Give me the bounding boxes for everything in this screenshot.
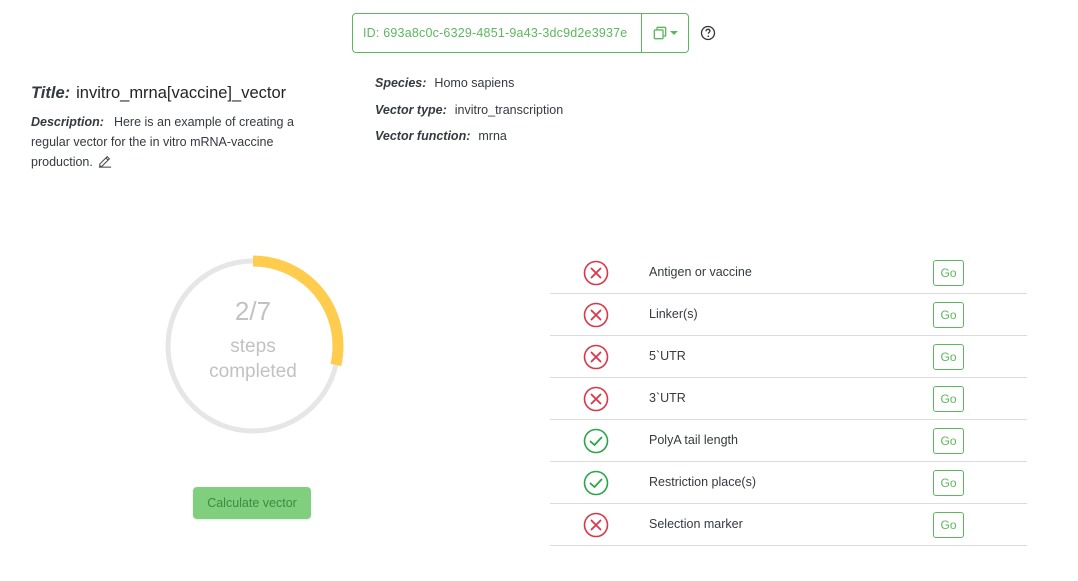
progress-caption: steps completed: [162, 334, 344, 384]
vector-function-label: Vector function:: [375, 129, 471, 143]
go-button[interactable]: Go: [933, 344, 964, 370]
vector-type-row: Vector type: invitro_transcription: [375, 103, 563, 117]
vector-type-value: invitro_transcription: [454, 103, 564, 117]
go-button[interactable]: Go: [933, 470, 964, 496]
progress-count: 2/7: [234, 296, 272, 326]
edit-pencil-icon[interactable]: [98, 154, 112, 168]
x-circle-icon: [583, 302, 609, 328]
x-circle-icon: [583, 260, 609, 286]
go-button[interactable]: Go: [933, 386, 964, 412]
vector-title: Title: invitro_mrna[vaccine]_vector: [31, 84, 286, 103]
go-button[interactable]: Go: [933, 428, 964, 454]
check-circle-icon: [583, 470, 609, 496]
step-row: 5`UTR Go: [550, 336, 1027, 378]
step-label: 5`UTR: [649, 349, 686, 363]
x-circle-icon: [583, 386, 609, 412]
step-row: Selection marker Go: [550, 504, 1027, 546]
vector-type-label: Vector type:: [375, 103, 447, 117]
vector-description: Description: Here is an example of creati…: [31, 112, 321, 172]
step-row: Restriction place(s) Go: [550, 462, 1027, 504]
species-row: Species: Homo sapiens: [375, 76, 514, 90]
step-label: Restriction place(s): [649, 475, 756, 489]
step-row: PolyA tail length Go: [550, 420, 1027, 462]
progress-caption-line1: steps: [230, 336, 276, 357]
step-label: PolyA tail length: [649, 433, 738, 447]
check-circle-icon: [583, 428, 609, 454]
go-button[interactable]: Go: [933, 512, 964, 538]
copy-dropdown-button[interactable]: [642, 13, 689, 53]
species-value: Homo sapiens: [434, 76, 515, 90]
go-button[interactable]: Go: [933, 260, 964, 286]
title-value: invitro_mrna[vaccine]_vector: [76, 84, 287, 102]
question-circle-icon[interactable]: [700, 25, 716, 41]
x-circle-icon: [583, 512, 609, 538]
step-label: Antigen or vaccine: [649, 265, 752, 279]
step-row: 3`UTR Go: [550, 378, 1027, 420]
vector-function-value: mrna: [478, 129, 507, 143]
caret-down-icon: [669, 31, 678, 35]
copy-icon: [653, 26, 666, 40]
progress-caption-line2: completed: [209, 361, 297, 382]
vector-function-row: Vector function: mrna: [375, 129, 507, 143]
title-label: Title:: [31, 84, 71, 102]
x-circle-icon: [583, 344, 609, 370]
step-row: Antigen or vaccine Go: [550, 252, 1027, 294]
species-label: Species:: [375, 76, 427, 90]
step-row: Linker(s) Go: [550, 294, 1027, 336]
step-label: Linker(s): [649, 307, 698, 321]
vector-id-group: ID: 693a8c0c-6329-4851-9a43-3dc9d2e3937e: [352, 13, 689, 53]
description-label: Description:: [31, 115, 104, 129]
step-label: 3`UTR: [649, 391, 686, 405]
calculate-vector-button[interactable]: Calculate vector: [193, 487, 311, 519]
vector-id-field[interactable]: ID: 693a8c0c-6329-4851-9a43-3dc9d2e3937e: [352, 13, 642, 53]
steps-list: Antigen or vaccine Go Linker(s) Go 5`UTR Go 3`…: [550, 252, 1027, 546]
go-button[interactable]: Go: [933, 302, 964, 328]
step-label: Selection marker: [649, 517, 743, 531]
